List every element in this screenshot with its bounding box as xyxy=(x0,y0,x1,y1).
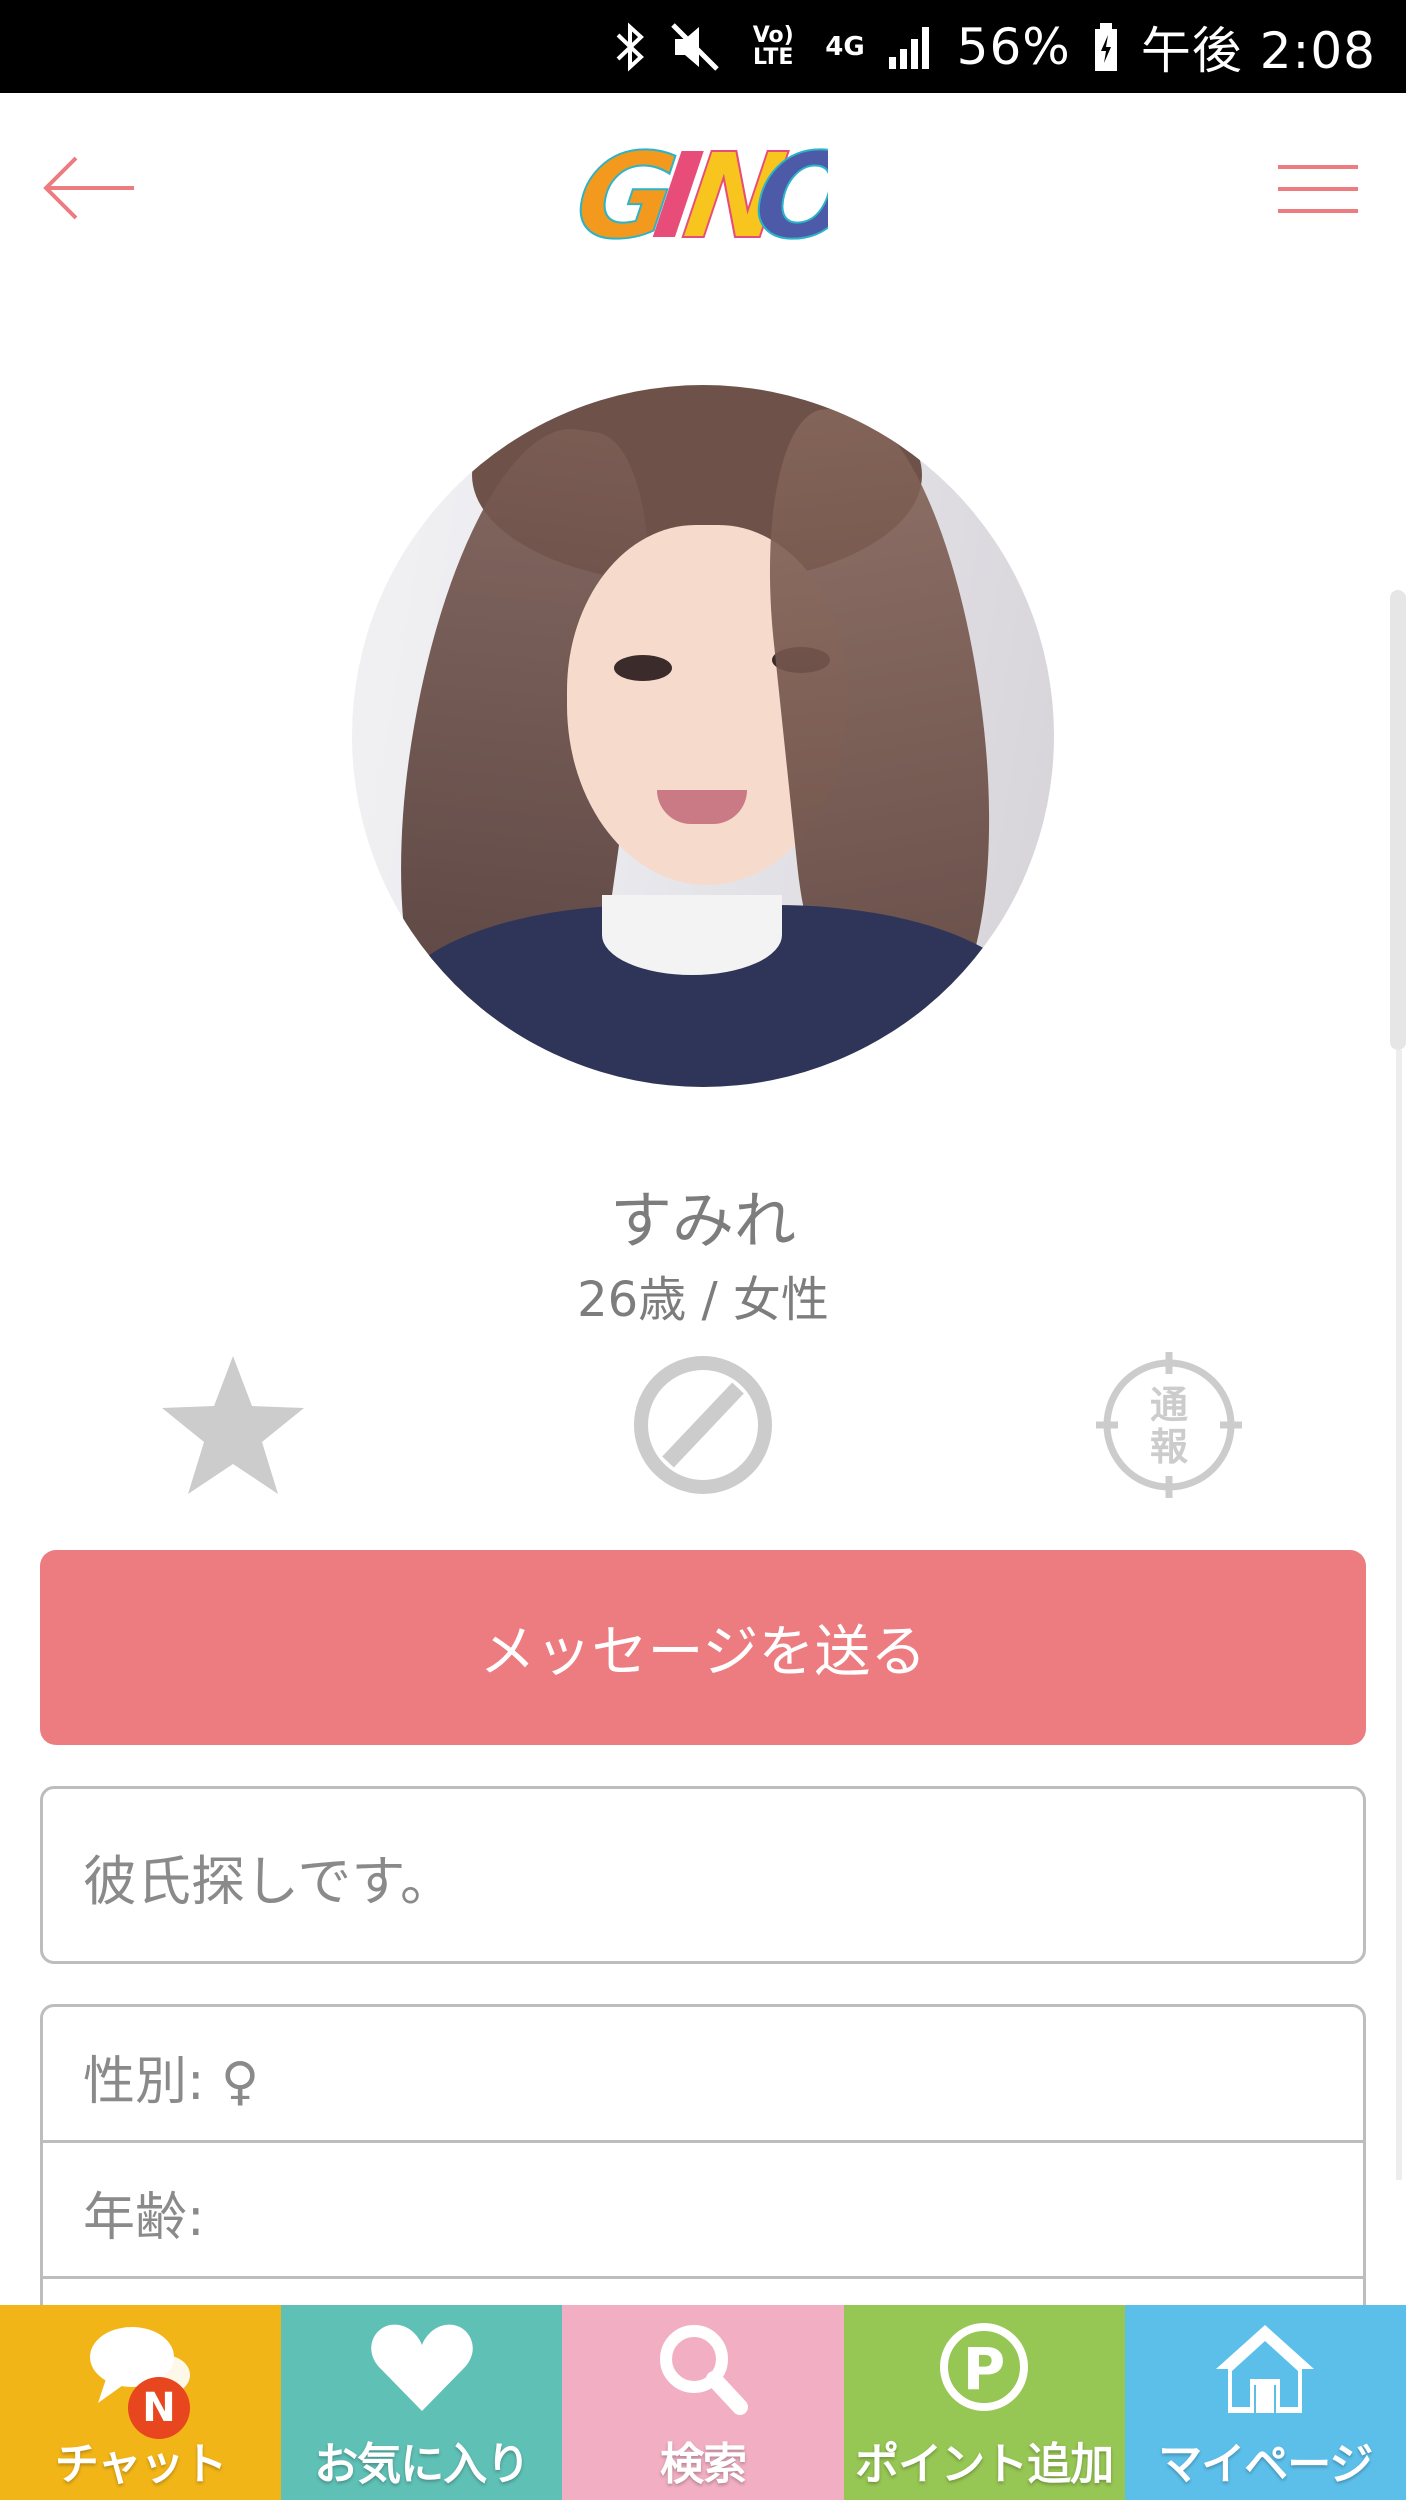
point-coin-icon: P xyxy=(929,2319,1039,2423)
nav-search[interactable]: 検索 xyxy=(562,2305,844,2500)
send-message-button[interactable]: メッセージを送る xyxy=(40,1550,1366,1745)
heart-icon xyxy=(367,2319,477,2423)
nav-add-points[interactable]: P ポイント追加 xyxy=(843,2305,1125,2500)
block-button[interactable] xyxy=(628,1350,778,1500)
profile-name: すみれ xyxy=(609,1184,796,1257)
mute-icon xyxy=(669,21,721,73)
nav-mypage-label: マイページ xyxy=(1158,2439,1373,2490)
nav-favorites[interactable]: お気に入り xyxy=(281,2305,563,2500)
status-bar: Vo) LTE 4G 56% 午後 2:08 xyxy=(0,0,1406,93)
volte-label: Vo) LTE xyxy=(752,22,794,70)
report-icon: 通 報 xyxy=(1096,1352,1242,1498)
nav-mypage[interactable]: マイページ xyxy=(1124,2305,1406,2500)
favorite-button[interactable] xyxy=(158,1350,308,1500)
battery-icon xyxy=(1093,21,1119,73)
home-icon xyxy=(1210,2319,1320,2423)
profile-details: 性別: ♀ 年齢: xyxy=(40,2004,1366,2324)
bluetooth-icon xyxy=(613,21,647,73)
block-icon xyxy=(634,1356,772,1494)
nav-search-label: 検索 xyxy=(659,2439,747,2490)
battery-percent: 56% xyxy=(956,17,1071,76)
star-icon xyxy=(162,1356,304,1494)
signal-icon xyxy=(887,23,935,71)
detail-age: 年齢: xyxy=(43,2143,1363,2279)
scrollbar-thumb[interactable] xyxy=(1390,590,1406,1050)
profile-avatar xyxy=(352,385,1054,1087)
nav-chat-label: チャット xyxy=(54,2439,228,2490)
svg-text:P: P xyxy=(963,2335,1006,2403)
report-button[interactable]: 通 報 xyxy=(1094,1350,1244,1500)
back-button[interactable] xyxy=(40,153,140,223)
report-label-1: 通 xyxy=(1150,1383,1188,1427)
gino-logo: G I N O xyxy=(567,125,867,266)
back-arrow-icon xyxy=(43,156,134,220)
app-header: G I N O xyxy=(0,93,1406,293)
hamburger-menu-icon xyxy=(1278,165,1358,213)
nav-favorites-label: お気に入り xyxy=(314,2439,530,2490)
magnifier-icon xyxy=(648,2319,758,2423)
menu-button[interactable] xyxy=(1276,159,1360,219)
report-label-2: 報 xyxy=(1150,1425,1188,1469)
bottom-navigation: N チャット お気に入り 検索 P ポイント追加 マイページ xyxy=(0,2305,1406,2500)
network-label: 4G xyxy=(825,31,865,62)
nav-add-points-label: ポイント追加 xyxy=(855,2439,1114,2490)
profile-age-gender: 26歳 / 女性 xyxy=(577,1272,829,1328)
clock: 午後 2:08 xyxy=(1140,21,1376,80)
profile-bio: 彼氏探しです。 xyxy=(40,1786,1366,1964)
detail-gender: 性別: ♀ xyxy=(43,2007,1363,2143)
nav-chat[interactable]: N チャット xyxy=(0,2305,282,2500)
